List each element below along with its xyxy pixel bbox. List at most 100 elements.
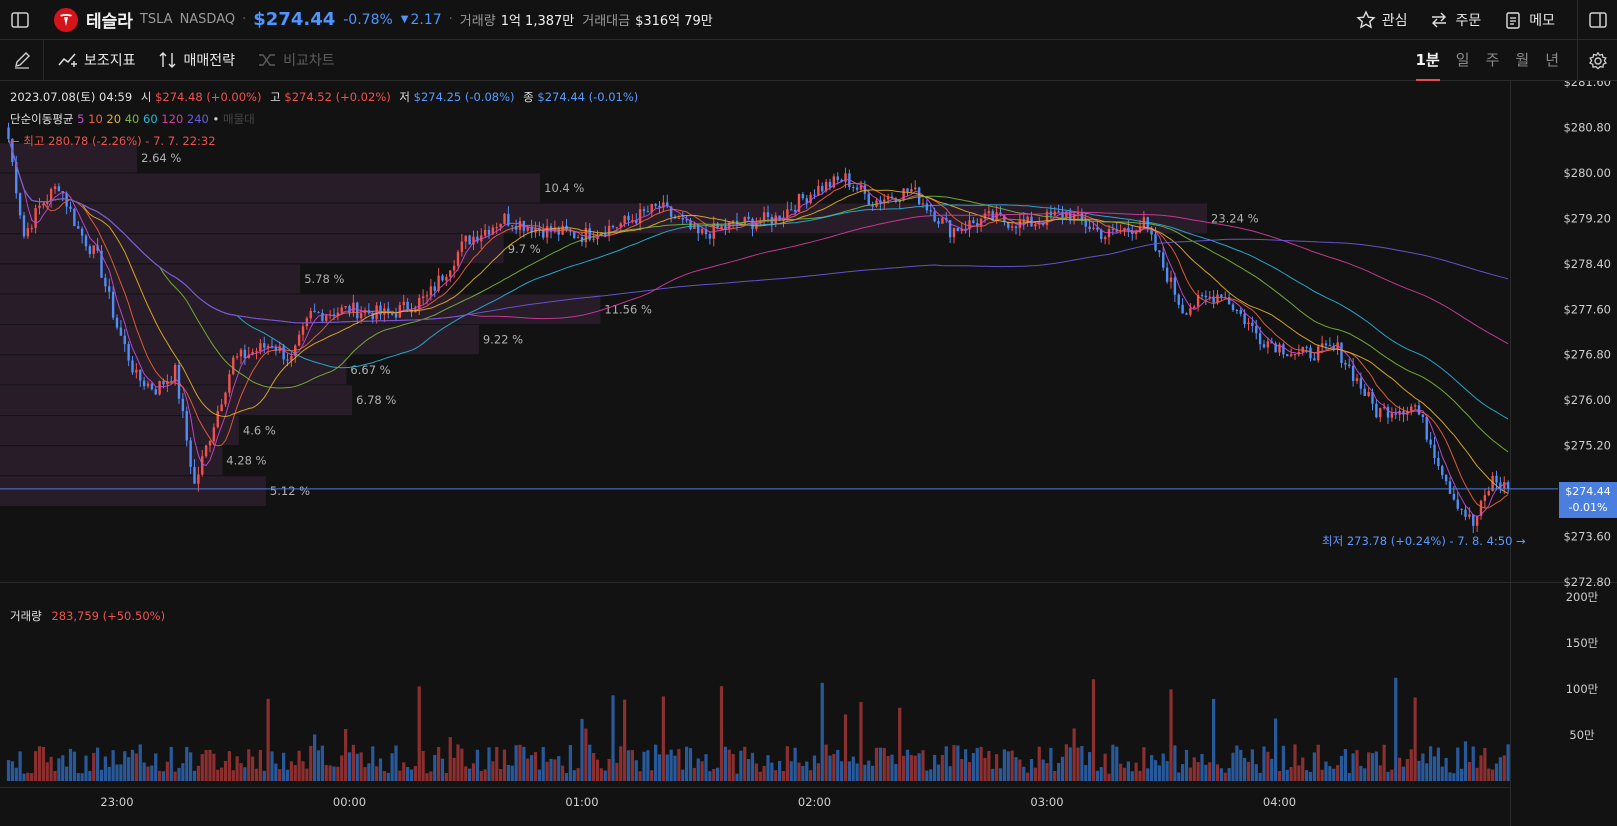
volume-bar	[1336, 765, 1340, 781]
volume-profile-label: 23.24 %	[1211, 211, 1259, 225]
strategy-icon	[159, 52, 176, 68]
chart-app: 2.64 % 10.4 % 23.24 % 9.7 % 5.78 % 11.56 % 9.2…	[0, 0, 1617, 826]
volume-bar	[1339, 755, 1344, 781]
volume-bar	[502, 749, 507, 781]
volume-bar	[1103, 753, 1107, 781]
volume-bar	[781, 770, 786, 781]
order-button[interactable]: 주문	[1429, 10, 1481, 30]
candle-body	[1348, 364, 1351, 366]
indicators-button[interactable]: 보조지표	[58, 50, 136, 70]
volume-bar	[1165, 761, 1169, 781]
candle-body	[1092, 227, 1095, 229]
panel-toggle-button[interactable]	[1577, 0, 1617, 40]
volume-bar	[998, 768, 1003, 781]
candle-body	[452, 265, 456, 271]
volume-bar	[278, 769, 282, 781]
watch-button[interactable]: 관심	[1356, 10, 1407, 30]
candle-body	[185, 411, 188, 441]
chart-canvas[interactable]: 2.64 % 10.4 % 23.24 % 9.7 % 5.78 % 11.56 % 9.2…	[0, 81, 1617, 826]
volume-bar	[72, 751, 76, 781]
strategy-button[interactable]: 매매전략	[158, 50, 236, 70]
strategy-label: 매매전략	[183, 53, 236, 69]
current-price-tag-pct: -0.01%	[1568, 501, 1608, 514]
candle-body	[654, 203, 657, 206]
volume-bar	[1212, 698, 1216, 781]
volume-bar	[758, 771, 762, 781]
volume-bar	[654, 744, 658, 781]
price-axis-label: $279.20	[1563, 211, 1611, 225]
candle-body	[1444, 475, 1448, 482]
interval-tab-1min[interactable]: 1분	[1415, 40, 1441, 81]
volume-bar	[1347, 773, 1351, 781]
volume-bar	[1150, 755, 1154, 781]
volume-bar	[285, 769, 290, 781]
candle-body	[216, 411, 219, 428]
volume-bar	[774, 770, 778, 781]
volume-bar	[816, 763, 820, 781]
candle-body	[987, 211, 991, 214]
candle-body	[359, 313, 363, 319]
candle-body	[232, 357, 235, 375]
volume-bar	[1270, 758, 1274, 781]
volume-bar	[518, 744, 522, 781]
chart-toolbar: 보조지표 매매전략 비교차트 1분 일 주 월 년	[0, 39, 1617, 81]
settings-button[interactable]	[1577, 40, 1617, 81]
candle-body	[255, 351, 258, 353]
interval-tab-day[interactable]: 일	[1456, 40, 1470, 81]
volume-bar	[1471, 746, 1475, 781]
volume-bar	[801, 766, 805, 781]
candle-body	[1103, 237, 1107, 240]
volume-bar	[429, 771, 433, 781]
volume-bar	[344, 729, 348, 781]
ma-extra-label: 매물대	[222, 112, 255, 126]
candle-body	[592, 238, 595, 240]
volume-bar	[878, 747, 882, 781]
volume-bar	[964, 749, 968, 781]
volume-bar	[127, 757, 131, 781]
memo-button[interactable]: 메모	[1503, 10, 1555, 30]
volume-label: 거래량	[459, 14, 496, 29]
volume-bar	[1072, 728, 1076, 781]
candle-body	[1441, 466, 1444, 476]
ma-period-120: 120	[157, 112, 184, 126]
volume-bar	[444, 773, 448, 781]
volume-bar	[1041, 759, 1045, 781]
volume-bar	[367, 763, 371, 781]
candle-body	[201, 456, 204, 475]
candle-body	[487, 229, 491, 235]
volume-bar	[53, 770, 57, 781]
candle-body	[483, 229, 487, 236]
drawing-tool-button[interactable]	[0, 39, 44, 81]
sidebar-toggle-button[interactable]	[0, 0, 40, 40]
stock-name[interactable]: 테슬라	[86, 7, 133, 32]
interval-tab-month[interactable]: 월	[1515, 40, 1529, 81]
volume-bar	[948, 766, 952, 781]
candle-body	[867, 193, 870, 205]
candle-body	[1258, 333, 1262, 345]
candle-body	[937, 221, 940, 224]
volume-bar	[1111, 744, 1115, 781]
volume-bar	[561, 765, 565, 781]
candle-body	[793, 209, 797, 212]
volume-bar	[1432, 756, 1437, 781]
ma-period-240: 240	[183, 112, 209, 126]
interval-tab-year[interactable]: 년	[1545, 40, 1559, 81]
candle-body	[464, 235, 467, 242]
volume-bar	[592, 753, 596, 781]
candle-body	[135, 369, 138, 373]
volume-bar	[1235, 745, 1239, 781]
volume-bar	[41, 746, 45, 781]
volume-bar	[886, 755, 890, 781]
candle-body	[1313, 358, 1316, 361]
interval-tab-week[interactable]: 주	[1486, 40, 1500, 81]
candle-body	[766, 212, 770, 217]
volume-bar	[553, 759, 557, 781]
volume-bar	[754, 763, 758, 781]
high-marker-label: ← 최고 280.78 (-2.26%) - 7. 7. 22:32	[10, 134, 216, 148]
compare-chart-button[interactable]: 비교차트	[257, 50, 335, 70]
candle-body	[1111, 229, 1115, 231]
candle-body	[104, 277, 107, 287]
volume-bar	[1153, 760, 1158, 781]
candle-body	[1483, 495, 1487, 501]
ma-legend[interactable]: 단순이동평균 5 10 20 40 60 120 240 • 매물대	[10, 111, 255, 127]
